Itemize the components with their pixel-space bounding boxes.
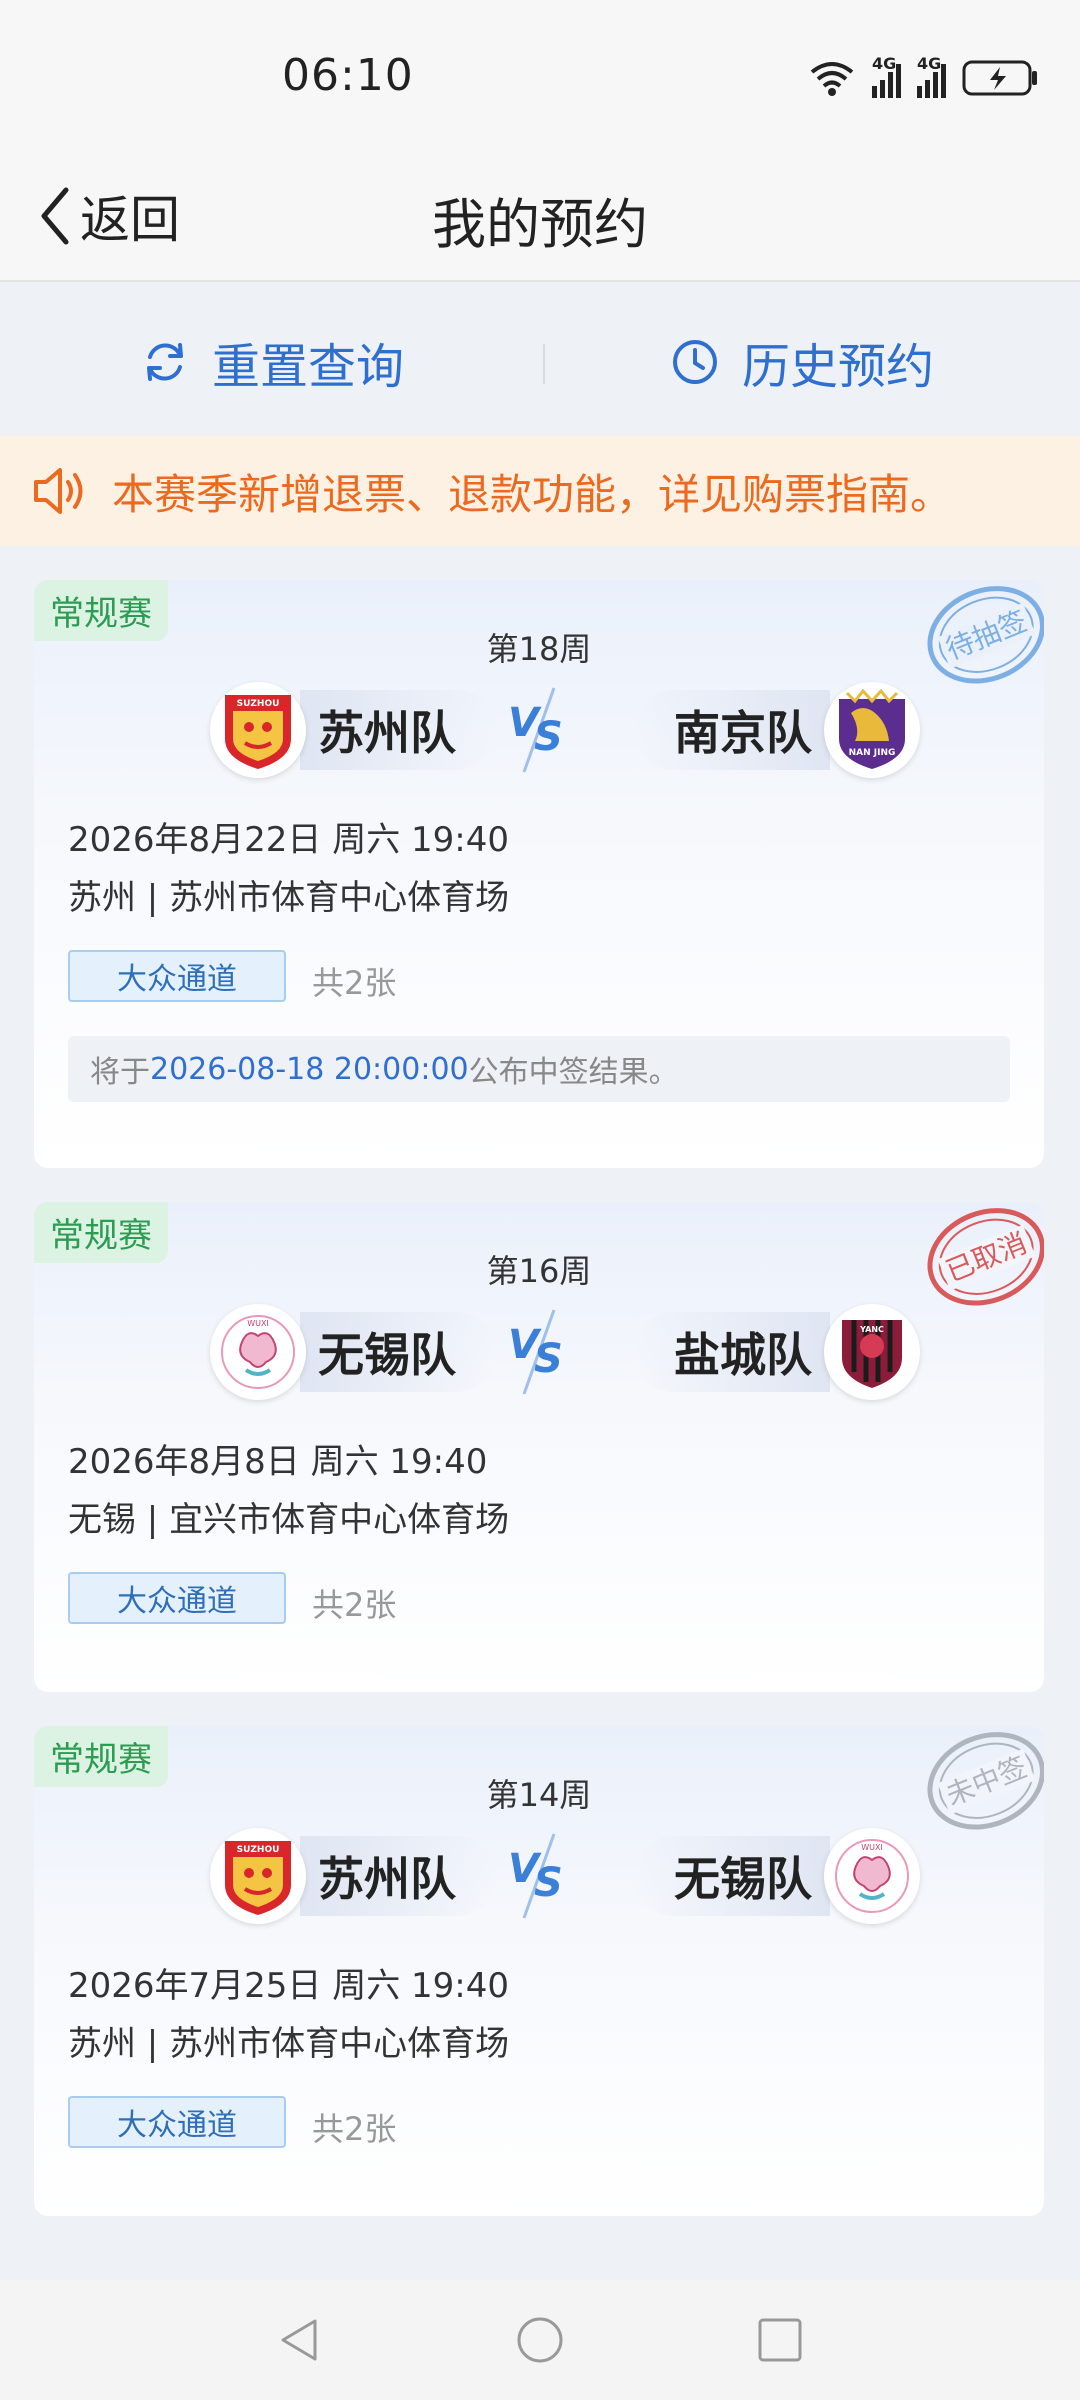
match-datetime: 2026年8月8日 周六 19:40 bbox=[68, 1442, 488, 1482]
notice-banner[interactable]: 本赛季新增退票、退款功能，详见购票指南。 bbox=[0, 436, 1080, 546]
match-venue: 无锡 | 宜兴市体育中心体育场 bbox=[68, 1500, 510, 1540]
home-team-name: 无锡队 bbox=[300, 1312, 496, 1392]
svg-text:WUXI: WUXI bbox=[247, 1319, 269, 1328]
gate-tag: 大众通道 bbox=[68, 950, 286, 1002]
suzhou-team-logo-icon: SUZHOU bbox=[210, 682, 306, 778]
signal-bar bbox=[917, 86, 922, 98]
signal-bar bbox=[872, 86, 877, 98]
vs-icon: V S bbox=[508, 1309, 563, 1395]
signal-icon: 4G bbox=[872, 54, 901, 98]
signal-bar bbox=[941, 64, 946, 98]
battery-icon bbox=[962, 60, 1037, 96]
away-team-name: 南京队 bbox=[634, 690, 830, 770]
ticket-count: 共2张 bbox=[312, 2110, 397, 2148]
system-nav-bar bbox=[0, 2280, 1080, 2400]
away-team: 无锡队 WUXI bbox=[634, 1826, 920, 1926]
yancheng-team-logo-icon: YANC bbox=[824, 1304, 920, 1400]
svg-text:SUZHOU: SUZHOU bbox=[237, 699, 280, 709]
status-icons: 4G 4G bbox=[808, 54, 1040, 100]
wifi-icon bbox=[810, 62, 854, 96]
svg-text:WUXI: WUXI bbox=[861, 1843, 883, 1852]
match-datetime: 2026年7月25日 周六 19:40 bbox=[68, 1966, 510, 2006]
signal-bar bbox=[888, 72, 893, 98]
network-type-label: 4G bbox=[872, 54, 897, 73]
signal-bar bbox=[896, 64, 901, 98]
notice-text: 本赛季新增退票、退款功能，详见购票指南。 bbox=[112, 469, 953, 519]
wuxi-team-logo-icon: WUXI bbox=[210, 1304, 306, 1400]
svg-text:S: S bbox=[534, 714, 563, 760]
svg-text:YANC: YANC bbox=[859, 1325, 884, 1334]
home-team: SUZHOU 苏州队 bbox=[210, 1826, 496, 1926]
match-teams: SUZHOU 苏州队 V S 南京队 NAN JING bbox=[34, 680, 1044, 780]
actions-bar: 重置查询 历史预约 bbox=[0, 284, 1080, 434]
refresh-icon bbox=[147, 343, 183, 381]
away-team-name: 盐城队 bbox=[634, 1312, 830, 1392]
history-button[interactable]: 历史预约 bbox=[670, 332, 934, 395]
page-title: 我的预约 bbox=[432, 193, 648, 256]
recents-nav-icon[interactable] bbox=[755, 2315, 805, 2365]
reset-query-label: 重置查询 bbox=[212, 339, 405, 395]
signal-bar bbox=[880, 80, 885, 98]
clock-icon bbox=[673, 340, 717, 384]
signal-bar bbox=[925, 80, 930, 98]
svg-text:NAN JING: NAN JING bbox=[849, 748, 896, 758]
nanjing-team-logo-icon: NAN JING bbox=[824, 682, 920, 778]
away-team: 南京队 NAN JING bbox=[634, 680, 920, 780]
reservation-card[interactable]: 常规赛 待抽签 第18周 SUZHOU 苏州队 V S 南京队 NAN JING… bbox=[34, 580, 1044, 1168]
history-label: 历史预约 bbox=[742, 339, 935, 395]
status-bar: 06:10 4G 4G bbox=[0, 0, 1080, 150]
home-team-name: 苏州队 bbox=[300, 1836, 496, 1916]
match-round: 第14周 bbox=[486, 1776, 592, 1814]
vs-icon: V S bbox=[508, 1833, 563, 1919]
match-venue: 苏州 | 苏州市体育中心体育场 bbox=[68, 878, 510, 918]
lottery-result-note: 将于 2026-08-18 20:00:00 公布中签结果。 bbox=[68, 1036, 1010, 1102]
home-team: WUXI 无锡队 bbox=[210, 1302, 496, 1402]
match-round: 第16周 bbox=[486, 1252, 592, 1290]
away-team-name: 无锡队 bbox=[634, 1836, 830, 1916]
vs-icon: V S bbox=[508, 687, 563, 773]
reservation-card[interactable]: 常规赛 已取消 第16周 WUXI 无锡队 V S 盐城队 YANC 2026年… bbox=[34, 1202, 1044, 1692]
note-prefix: 将于 bbox=[90, 1055, 150, 1090]
note-time: 2026-08-18 20:00:00 bbox=[150, 1051, 469, 1087]
suzhou-team-logo-icon: SUZHOU bbox=[210, 1828, 306, 1924]
divider bbox=[543, 344, 545, 384]
signal-icon: 4G bbox=[917, 54, 946, 98]
match-teams: WUXI 无锡队 V S 盐城队 YANC bbox=[34, 1302, 1044, 1402]
match-datetime: 2026年8月22日 周六 19:40 bbox=[68, 820, 510, 860]
ticket-count: 共2张 bbox=[312, 1586, 397, 1624]
note-suffix: 公布中签结果。 bbox=[468, 1055, 679, 1090]
svg-text:SUZHOU: SUZHOU bbox=[237, 1845, 280, 1855]
reset-query-button[interactable]: 重置查询 bbox=[140, 332, 404, 395]
back-nav-icon[interactable] bbox=[275, 2315, 325, 2365]
match-venue: 苏州 | 苏州市体育中心体育场 bbox=[68, 2024, 510, 2064]
svg-text:S: S bbox=[534, 1336, 563, 1382]
home-nav-icon[interactable] bbox=[515, 2315, 565, 2365]
gate-tag: 大众通道 bbox=[68, 2096, 286, 2148]
home-team-name: 苏州队 bbox=[300, 690, 496, 770]
reservation-card[interactable]: 常规赛 未中签 第14周 SUZHOU 苏州队 V S 无锡队 WUXI 202… bbox=[34, 1726, 1044, 2216]
status-time: 06:10 bbox=[282, 50, 414, 101]
ticket-count: 共2张 bbox=[312, 964, 397, 1002]
svg-text:S: S bbox=[534, 1860, 563, 1906]
speaker-icon bbox=[34, 468, 83, 514]
match-teams: SUZHOU 苏州队 V S 无锡队 WUXI bbox=[34, 1826, 1044, 1926]
home-team: SUZHOU 苏州队 bbox=[210, 680, 496, 780]
match-round: 第18周 bbox=[486, 630, 592, 668]
gate-tag: 大众通道 bbox=[68, 1572, 286, 1624]
wuxi-team-logo-icon: WUXI bbox=[824, 1828, 920, 1924]
network-type-label: 4G bbox=[917, 54, 942, 73]
app-header: 返回 我的预约 bbox=[0, 150, 1080, 282]
away-team: 盐城队 YANC bbox=[634, 1302, 920, 1402]
signal-bar bbox=[933, 72, 938, 98]
